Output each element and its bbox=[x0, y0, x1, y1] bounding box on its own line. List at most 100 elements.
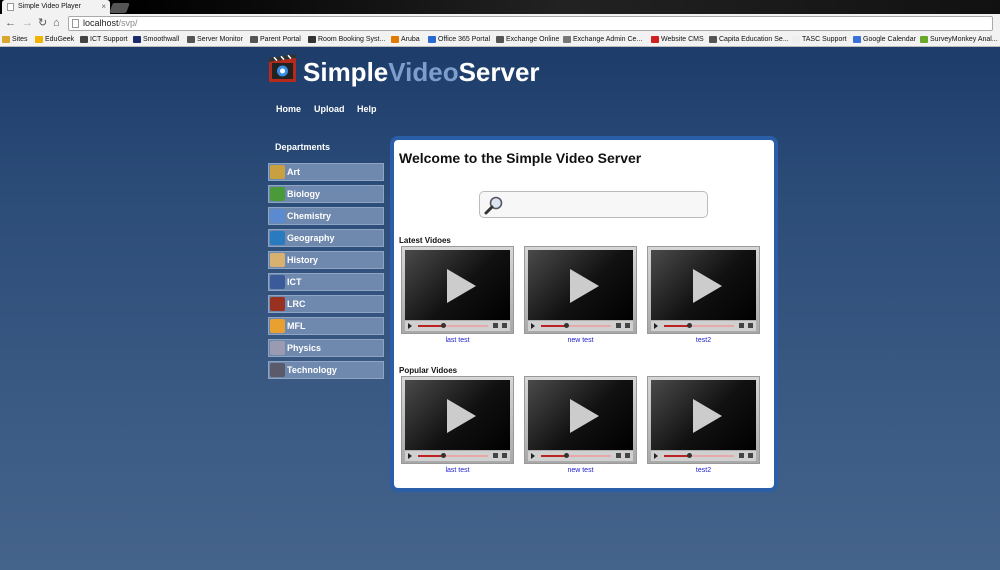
search-input[interactable] bbox=[479, 191, 708, 218]
video-thumbnail[interactable] bbox=[524, 376, 637, 464]
department-item[interactable]: Biology bbox=[268, 185, 384, 203]
bookmark-item[interactable]: TASC Support bbox=[792, 33, 847, 46]
video-screen bbox=[405, 250, 510, 320]
video-title-link[interactable]: last test bbox=[401, 337, 514, 344]
progress-knob[interactable] bbox=[440, 323, 446, 328]
bookmark-item[interactable]: Google Calendar bbox=[853, 33, 916, 46]
bookmark-item[interactable]: Server Monitor bbox=[187, 33, 243, 46]
progress-bar[interactable] bbox=[541, 453, 611, 458]
site-title-part1: Simple bbox=[303, 57, 389, 87]
video-thumbnail[interactable] bbox=[401, 246, 514, 334]
bookmark-item[interactable]: Exchange Admin Ce... bbox=[563, 33, 642, 46]
department-item[interactable]: ICT bbox=[268, 273, 384, 291]
fullscreen-icon[interactable] bbox=[625, 323, 630, 328]
video-title-link[interactable]: last test bbox=[401, 467, 514, 474]
bookmark-item[interactable]: Aruba bbox=[391, 33, 420, 46]
close-tab-icon[interactable]: × bbox=[101, 0, 106, 14]
department-item[interactable]: History bbox=[268, 251, 384, 269]
progress-bar[interactable] bbox=[541, 323, 611, 328]
fullscreen-icon[interactable] bbox=[748, 453, 753, 458]
video-screen bbox=[528, 250, 633, 320]
browser-tab[interactable]: Simple Video Player × bbox=[2, 0, 110, 14]
progress-bar[interactable] bbox=[418, 453, 488, 458]
bookmark-item[interactable]: Parent Portal bbox=[250, 33, 301, 46]
play-button-icon[interactable] bbox=[654, 453, 658, 459]
bookmark-icon bbox=[391, 36, 399, 43]
volume-icon[interactable] bbox=[739, 323, 744, 328]
video-thumbnail[interactable] bbox=[647, 246, 760, 334]
bookmark-label: Sites bbox=[12, 36, 28, 43]
progress-knob[interactable] bbox=[686, 323, 692, 328]
volume-icon[interactable] bbox=[616, 453, 621, 458]
department-item[interactable]: Geography bbox=[268, 229, 384, 247]
bookmark-item[interactable]: Exchange Online bbox=[496, 33, 559, 46]
bookmark-icon bbox=[308, 36, 316, 43]
volume-icon[interactable] bbox=[616, 323, 621, 328]
address-bar[interactable]: localhost/svp/ bbox=[68, 16, 993, 31]
progress-knob[interactable] bbox=[563, 323, 569, 328]
video-title-link[interactable]: test2 bbox=[647, 337, 760, 344]
progress-bar[interactable] bbox=[664, 323, 734, 328]
browser-toolbar: ← → ↻ ⌂ localhost/svp/ bbox=[0, 14, 1000, 33]
progress-bar[interactable] bbox=[664, 453, 734, 458]
video-screen bbox=[405, 380, 510, 450]
fullscreen-icon[interactable] bbox=[625, 453, 630, 458]
department-item[interactable]: Chemistry bbox=[268, 207, 384, 225]
home-icon[interactable]: ⌂ bbox=[53, 16, 60, 30]
progress-knob[interactable] bbox=[563, 453, 569, 458]
video-thumbnail[interactable] bbox=[401, 376, 514, 464]
play-button-icon[interactable] bbox=[408, 453, 412, 459]
department-item[interactable]: Technology bbox=[268, 361, 384, 379]
bookmark-item[interactable]: Capita Education Se... bbox=[709, 33, 789, 46]
bookmark-item[interactable]: Smoothwall bbox=[133, 33, 179, 46]
volume-icon[interactable] bbox=[493, 323, 498, 328]
bookmark-icon bbox=[428, 36, 436, 43]
play-button-icon[interactable] bbox=[531, 453, 535, 459]
bookmark-item[interactable]: EduGeek bbox=[35, 33, 74, 46]
site-title-part2: Video bbox=[388, 57, 459, 87]
reload-icon[interactable]: ↻ bbox=[38, 16, 47, 30]
play-button-icon[interactable] bbox=[408, 323, 412, 329]
play-icon bbox=[570, 399, 599, 433]
video-thumbnail[interactable] bbox=[647, 376, 760, 464]
nav-upload[interactable]: Upload bbox=[314, 104, 345, 114]
film-camera-icon bbox=[269, 54, 296, 82]
progress-knob[interactable] bbox=[440, 453, 446, 458]
bookmark-label: Exchange Online bbox=[506, 36, 560, 43]
fullscreen-icon[interactable] bbox=[502, 453, 507, 458]
department-item[interactable]: LRC bbox=[268, 295, 384, 313]
video-title-link[interactable]: test2 bbox=[647, 467, 760, 474]
bookmarks-bar: Sites EduGeek ICT Support Smoothwall Server … bbox=[0, 33, 1000, 47]
volume-icon[interactable] bbox=[493, 453, 498, 458]
search-icon[interactable] bbox=[484, 195, 504, 215]
department-item[interactable]: Physics bbox=[268, 339, 384, 357]
bookmark-item[interactable]: Office 365 Portal bbox=[428, 33, 490, 46]
back-icon[interactable]: ← bbox=[5, 16, 16, 30]
play-icon bbox=[693, 399, 722, 433]
play-button-icon[interactable] bbox=[531, 323, 535, 329]
video-title-link[interactable]: new test bbox=[524, 337, 637, 344]
department-label: Geography bbox=[287, 233, 335, 243]
bookmark-item[interactable]: Sites bbox=[2, 33, 28, 46]
forward-icon[interactable]: → bbox=[22, 16, 33, 30]
department-item[interactable]: Art bbox=[268, 163, 384, 181]
bookmark-item[interactable]: SurveyMonkey Anal... bbox=[920, 33, 998, 46]
bookmark-item[interactable]: Website CMS bbox=[651, 33, 704, 46]
bookmark-item[interactable]: Room Booking Syst... bbox=[308, 33, 385, 46]
department-item[interactable]: MFL bbox=[268, 317, 384, 335]
progress-knob[interactable] bbox=[686, 453, 692, 458]
nav-help[interactable]: Help bbox=[357, 104, 377, 114]
nav-home[interactable]: Home bbox=[276, 104, 301, 114]
fullscreen-icon[interactable] bbox=[502, 323, 507, 328]
video-thumbnail[interactable] bbox=[524, 246, 637, 334]
play-button-icon[interactable] bbox=[654, 323, 658, 329]
video-title-link[interactable]: new test bbox=[524, 467, 637, 474]
new-tab-button[interactable] bbox=[109, 3, 130, 13]
bookmark-item[interactable]: ICT Support bbox=[80, 33, 128, 46]
window-titlebar bbox=[130, 0, 1000, 14]
fullscreen-icon[interactable] bbox=[748, 323, 753, 328]
progress-bar[interactable] bbox=[418, 323, 488, 328]
volume-icon[interactable] bbox=[739, 453, 744, 458]
site-title-part3: Server bbox=[458, 57, 540, 87]
department-label: Physics bbox=[287, 343, 322, 353]
